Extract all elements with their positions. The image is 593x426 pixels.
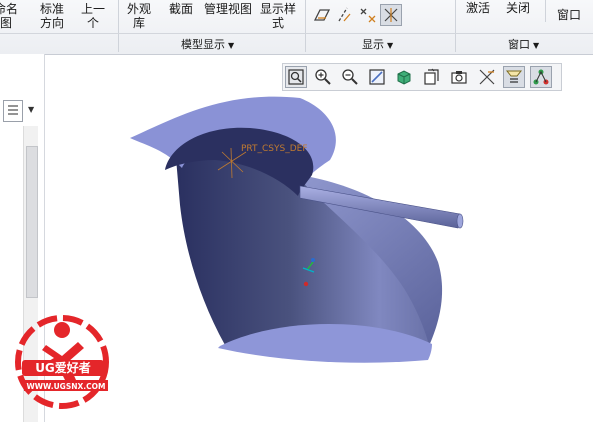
appearance-gallery-button[interactable]: 外观库 [127, 2, 151, 30]
saved-orientations-icon[interactable] [394, 67, 414, 87]
axis-display-icon[interactable] [335, 5, 355, 25]
ribbon-separator [545, 0, 546, 22]
plane-display-icon[interactable] [312, 5, 332, 25]
view-toolbar [282, 63, 562, 91]
group-display[interactable]: 显示 ▼ [362, 36, 393, 52]
spin-center-icon[interactable] [530, 66, 552, 88]
section-button[interactable]: 截面 [169, 2, 193, 16]
watermark-url-text: WWW.UGSNX.COM [27, 382, 106, 391]
list-icon [8, 105, 18, 115]
csys-label: PRT_CSYS_DEF [241, 144, 308, 154]
model-pipe-end [456, 213, 464, 229]
ugsnx-watermark: UG爱好者 WWW.UGSNX.COM [8, 300, 130, 422]
group-window[interactable]: 窗口 ▼ [508, 36, 539, 52]
previous-view-button[interactable]: 上一个 [81, 2, 105, 30]
standard-orientation-button[interactable]: 标准 方向 [40, 2, 64, 30]
activate-button[interactable]: 激活 [466, 1, 490, 15]
tree-settings-button[interactable] [3, 100, 23, 122]
zoom-in-icon[interactable] [313, 67, 333, 87]
datum-display-icon[interactable] [503, 66, 525, 88]
watermark-brand-text: UG爱好者 [35, 360, 91, 375]
rename-view-button[interactable]: 命名图 [0, 2, 18, 30]
chevron-down-icon[interactable]: ▼ [28, 105, 34, 114]
repaint-icon[interactable] [367, 67, 387, 87]
point-display-icon[interactable] [358, 5, 378, 25]
chevron-down-icon: ▼ [228, 41, 235, 50]
chevron-down-icon: ▼ [387, 41, 394, 50]
scrollbar-thumb[interactable] [26, 146, 38, 298]
annotation-display-icon[interactable] [477, 67, 497, 87]
close-window-button[interactable]: 关闭 [506, 1, 530, 15]
refit-icon[interactable] [285, 66, 307, 88]
window-button[interactable]: 窗口 [557, 8, 581, 22]
manage-views-button[interactable]: 管理视图 [204, 2, 252, 16]
display-style-icon[interactable] [422, 67, 442, 87]
zoom-out-icon[interactable] [340, 67, 360, 87]
ribbon-group-row [0, 33, 593, 54]
csys-display-icon[interactable] [380, 4, 402, 26]
ugsnx-logo-icon: UG爱好者 WWW.UGSNX.COM [15, 315, 109, 409]
group-model-display[interactable]: 模型显示 ▼ [181, 36, 234, 52]
display-style-button[interactable]: 显示样式 [260, 2, 296, 30]
chevron-down-icon: ▼ [533, 41, 540, 50]
ribbon: 命名图 标准 方向 上一个 外观库 截面 管理视图 显示样式 激活 关闭 窗口 … [0, 0, 593, 55]
view-manager-icon[interactable] [449, 67, 469, 87]
